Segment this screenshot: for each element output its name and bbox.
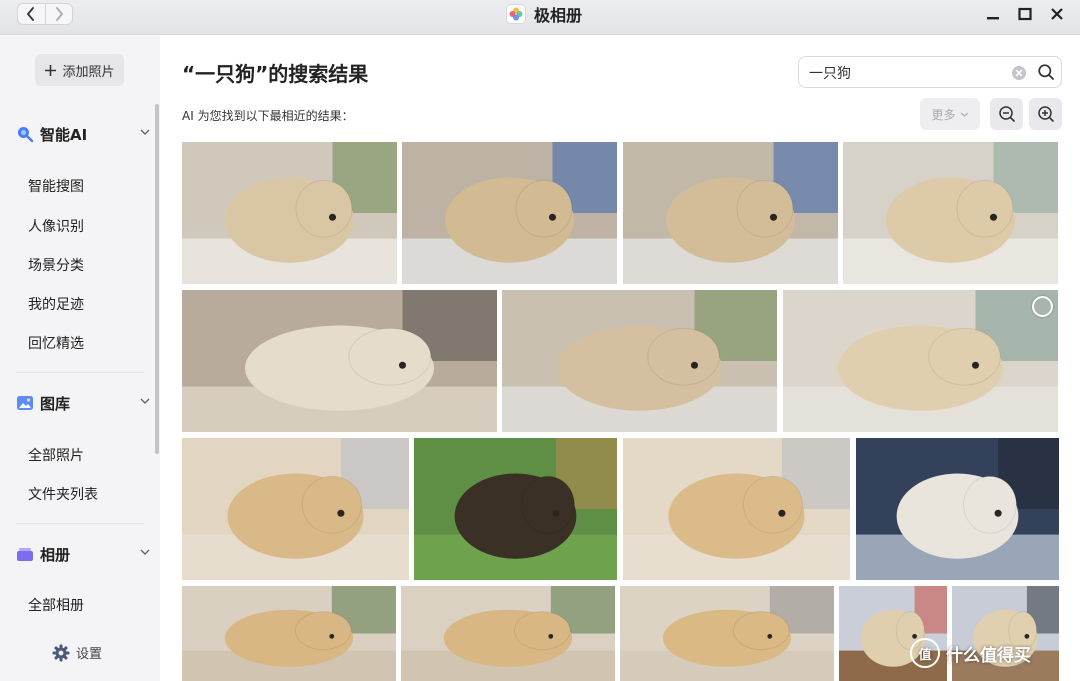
photo-dog-on-sofa[interactable] bbox=[182, 290, 497, 432]
zoom-out-button[interactable] bbox=[990, 98, 1023, 130]
settings-button[interactable]: 设置 bbox=[52, 643, 102, 662]
sidebar-divider bbox=[16, 523, 144, 524]
forward-button[interactable] bbox=[44, 4, 73, 24]
sidebar-item-all-photos[interactable]: 全部照片 bbox=[28, 445, 84, 465]
photo-dog-profile-1[interactable] bbox=[182, 438, 409, 580]
minimize-button[interactable] bbox=[984, 5, 1002, 23]
photo-dog-portrait-1[interactable] bbox=[182, 586, 396, 681]
nav-buttons bbox=[17, 3, 73, 25]
close-icon bbox=[1051, 8, 1063, 20]
photo-dog-profile-2[interactable] bbox=[623, 438, 850, 580]
photo-dog-head-down-2[interactable] bbox=[783, 290, 1058, 432]
sidebar-divider bbox=[16, 372, 144, 373]
result-subtitle: AI 为您找到以下最相近的结果： bbox=[182, 109, 354, 123]
sidebar-item-face-recognition[interactable]: 人像识别 bbox=[28, 216, 84, 236]
photo-dog-lying-side[interactable] bbox=[502, 290, 777, 432]
chevron-down-icon bbox=[960, 112, 968, 117]
section-label-library: 图库 bbox=[40, 394, 71, 413]
chevron-down-icon bbox=[140, 549, 150, 555]
photo-shepherd-on-grass[interactable] bbox=[414, 438, 617, 580]
page-title: “一只狗”的搜索结果 bbox=[182, 62, 369, 86]
back-button[interactable] bbox=[18, 4, 45, 24]
search-input[interactable] bbox=[809, 63, 1005, 83]
sidebar-item-all-albums[interactable]: 全部相册 bbox=[28, 595, 84, 615]
plus-icon bbox=[45, 64, 57, 76]
photo-dog-lying-blanket-3[interactable] bbox=[623, 142, 838, 284]
chevron-down-icon bbox=[140, 129, 150, 135]
search-box bbox=[798, 56, 1062, 88]
photo-dog-lying-blanket-2[interactable] bbox=[402, 142, 617, 284]
section-label-albums: 相册 bbox=[40, 545, 71, 564]
sidebar-item-scene-classify[interactable]: 场景分类 bbox=[28, 255, 84, 275]
photo-dog-lying-blanket-1[interactable] bbox=[182, 142, 397, 284]
clear-icon[interactable] bbox=[1011, 65, 1027, 81]
sidebar-item-memories[interactable]: 回忆精选 bbox=[28, 333, 84, 353]
photo-dog-head-down-1[interactable] bbox=[843, 142, 1058, 284]
add-photos-label: 添加照片 bbox=[62, 64, 115, 80]
minimize-icon bbox=[987, 17, 999, 20]
maximize-icon bbox=[1018, 7, 1032, 21]
watermark-logo: 值 bbox=[910, 638, 940, 668]
app-title: 极相册 bbox=[506, 3, 582, 25]
chevron-down-icon bbox=[140, 398, 150, 404]
watermark-text: 什么值得买 bbox=[946, 645, 1031, 666]
section-header-ai[interactable]: 智能AI bbox=[16, 122, 152, 146]
zoom-out-icon bbox=[998, 106, 1015, 122]
watermark: 值 什么值得买 bbox=[910, 638, 1031, 668]
chevron-left-icon bbox=[27, 7, 35, 21]
chevron-right-icon bbox=[55, 7, 63, 21]
add-photos-button[interactable]: 添加照片 bbox=[35, 54, 124, 86]
more-button[interactable]: 更多 bbox=[920, 98, 980, 130]
search-icon[interactable] bbox=[1037, 63, 1055, 81]
zoom-in-icon bbox=[1037, 106, 1054, 122]
zoom-in-button[interactable] bbox=[1029, 98, 1062, 130]
sidebar-item-my-footprint[interactable]: 我的足迹 bbox=[28, 294, 84, 314]
close-button[interactable] bbox=[1048, 5, 1066, 23]
select-checkbox[interactable] bbox=[1032, 296, 1053, 317]
section-label-ai: 智能AI bbox=[40, 125, 88, 144]
sidebar: 添加照片 智能AI 智能搜图 人像识别 场景分类 我的足迹 回忆精选 图库 全部… bbox=[0, 36, 160, 681]
album-icon bbox=[17, 548, 33, 561]
section-header-albums[interactable]: 相册 bbox=[16, 542, 152, 566]
gear-icon bbox=[52, 644, 70, 661]
app-logo-icon bbox=[506, 4, 526, 24]
maximize-button[interactable] bbox=[1016, 5, 1034, 23]
image-icon bbox=[17, 396, 33, 410]
photo-dog-profile-3[interactable] bbox=[620, 586, 834, 681]
search-ai-icon bbox=[18, 127, 34, 143]
sidebar-scrollbar[interactable] bbox=[155, 104, 159, 454]
more-label: 更多 bbox=[931, 107, 956, 122]
settings-label: 设置 bbox=[76, 647, 103, 662]
section-header-library[interactable]: 图库 bbox=[16, 391, 152, 415]
window-controls bbox=[984, 5, 1066, 23]
photo-dog-on-floor[interactable] bbox=[856, 438, 1059, 580]
photo-dog-portrait-2[interactable] bbox=[401, 586, 615, 681]
title-bar: 极相册 bbox=[0, 0, 1080, 35]
sidebar-item-smart-search[interactable]: 智能搜图 bbox=[28, 176, 84, 196]
sidebar-item-folder-list[interactable]: 文件夹列表 bbox=[28, 484, 98, 504]
app-title-text: 极相册 bbox=[534, 6, 583, 25]
